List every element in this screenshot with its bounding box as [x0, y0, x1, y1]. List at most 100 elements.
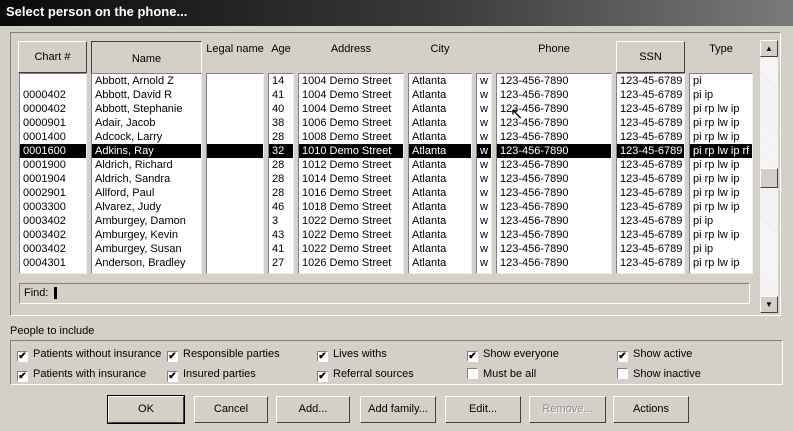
table-cell[interactable]: 123-45-6789 [617, 116, 684, 130]
table-cell[interactable]: 123-456-7890 [497, 228, 611, 242]
checkmark-icon[interactable]: ✔ [317, 371, 328, 382]
table-cell[interactable]: pi rp lw ip rf [690, 144, 752, 158]
table-cell[interactable] [207, 186, 263, 200]
table-cell[interactable]: Atlanta [409, 256, 471, 270]
table-cell[interactable] [207, 144, 263, 158]
table-cell[interactable]: 123-456-7890 [497, 74, 611, 88]
checkmark-icon[interactable]: ✔ [467, 351, 478, 362]
table-cell[interactable]: Amburgey, Damon [92, 214, 201, 228]
table-cell[interactable]: 0003300 [20, 200, 86, 214]
table-cell[interactable]: Atlanta [409, 116, 471, 130]
table-cell[interactable]: Atlanta [409, 88, 471, 102]
table-cell[interactable]: 123-45-6789 [617, 102, 684, 116]
table-cell[interactable]: 1004 Demo Street [299, 74, 403, 88]
table-cell[interactable]: 123-456-7890 [497, 172, 611, 186]
table-cell[interactable] [207, 116, 263, 130]
table-cell[interactable]: Amburgey, Kevin [92, 228, 201, 242]
table-cell[interactable]: 28 [269, 158, 293, 172]
table-cell[interactable]: Alvarez, Judy [92, 200, 201, 214]
table-cell[interactable]: 27 [269, 256, 293, 270]
table-cell[interactable]: 123-45-6789 [617, 74, 684, 88]
checkmark-icon[interactable]: ✔ [317, 351, 328, 362]
table-cell[interactable]: w [477, 130, 491, 144]
table-cell[interactable]: 41 [269, 242, 293, 256]
table-cell[interactable]: w [477, 116, 491, 130]
table-cell[interactable]: 28 [269, 186, 293, 200]
remove-button[interactable]: Remove... [529, 396, 606, 423]
list-scrollbar[interactable]: ▲ ▼ [760, 40, 778, 313]
table-cell[interactable]: 123-456-7890 [497, 130, 611, 144]
table-cell[interactable]: Atlanta [409, 172, 471, 186]
table-cell[interactable]: Aldrich, Richard [92, 158, 201, 172]
responsible-parties-checkbox[interactable]: ✔ Responsible parties [167, 348, 280, 362]
table-cell[interactable]: Atlanta [409, 228, 471, 242]
phone-flag-column[interactable]: wwwwwwwwwwwwww [476, 73, 492, 274]
table-cell[interactable]: pi ip [690, 88, 752, 102]
table-cell[interactable]: 123-456-7890 [497, 200, 611, 214]
table-cell[interactable]: 1022 Demo Street [299, 242, 403, 256]
table-cell[interactable]: 38 [269, 116, 293, 130]
empty-checkbox-icon[interactable] [467, 368, 478, 379]
table-cell[interactable]: Adkins, Ray [92, 144, 201, 158]
table-cell[interactable]: pi rp lw ip [690, 228, 752, 242]
table-cell[interactable]: 0002901 [20, 186, 86, 200]
table-cell[interactable]: w [477, 256, 491, 270]
patients-with-insurance-checkbox[interactable]: ✔ Patients with insurance [17, 368, 146, 382]
table-cell[interactable]: 1022 Demo Street [299, 228, 403, 242]
city-column[interactable]: Atlanta Atlanta Atlanta Atlanta Atlanta Atlan… [408, 73, 472, 274]
table-cell[interactable]: w [477, 102, 491, 116]
table-cell[interactable]: 123-45-6789 [617, 88, 684, 102]
type-column[interactable]: pi pi ip pi rp lw ip pi rp lw ip pi rp lw ip… [689, 73, 753, 274]
table-cell[interactable]: Abbott, Arnold Z [92, 74, 201, 88]
table-cell[interactable] [207, 172, 263, 186]
table-cell[interactable]: 123-456-7890 [497, 186, 611, 200]
table-cell[interactable]: Abbott, Stephanie [92, 102, 201, 116]
table-cell[interactable]: w [477, 228, 491, 242]
table-cell[interactable]: Adcock, Larry [92, 130, 201, 144]
table-cell[interactable]: 123-456-7890 [497, 242, 611, 256]
table-cell[interactable]: 1022 Demo Street [299, 214, 403, 228]
table-cell[interactable]: Atlanta [409, 74, 471, 88]
table-cell[interactable] [207, 242, 263, 256]
table-cell[interactable] [207, 200, 263, 214]
table-cell[interactable]: 123-45-6789 [617, 172, 684, 186]
table-cell[interactable]: 123-456-7890 [497, 88, 611, 102]
table-cell[interactable]: 123-45-6789 [617, 144, 684, 158]
must-be-all-checkbox[interactable]: Must be all [467, 368, 536, 381]
table-cell[interactable]: 0003402 [20, 242, 86, 256]
table-cell[interactable]: Amburgey, Susan [92, 242, 201, 256]
add-family-button[interactable]: Add family... [360, 396, 436, 423]
find-field[interactable]: Find: [19, 283, 750, 304]
table-cell[interactable]: pi rp lw ip [690, 172, 752, 186]
table-cell[interactable]: 123-45-6789 [617, 130, 684, 144]
table-cell[interactable]: 123-456-7890 [497, 214, 611, 228]
table-cell[interactable]: w [477, 214, 491, 228]
scroll-thumb[interactable] [760, 168, 778, 188]
show-inactive-checkbox[interactable]: Show inactive [617, 368, 701, 381]
show-active-checkbox[interactable]: ✔ Show active [617, 348, 692, 362]
chart-number-header-button[interactable]: Chart # [18, 41, 87, 73]
legal-name-column[interactable] [206, 73, 264, 274]
table-cell[interactable]: 0000901 [20, 116, 86, 130]
table-cell[interactable]: 123-456-7890 [497, 144, 611, 158]
table-cell[interactable]: Allford, Paul [92, 186, 201, 200]
lives-withs-checkbox[interactable]: ✔ Lives withs [317, 348, 387, 362]
checkmark-icon[interactable]: ✔ [17, 371, 28, 382]
checkmark-icon[interactable]: ✔ [17, 351, 28, 362]
table-cell[interactable]: w [477, 242, 491, 256]
table-cell[interactable] [207, 88, 263, 102]
table-cell[interactable]: 3 [269, 214, 293, 228]
empty-checkbox-icon[interactable] [617, 368, 628, 379]
address-column[interactable]: 1004 Demo Street 1004 Demo Street 1004 Dem… [298, 73, 404, 274]
table-cell[interactable]: Aldrich, Sandra [92, 172, 201, 186]
table-cell[interactable]: 1016 Demo Street [299, 186, 403, 200]
patients-without-insurance-checkbox[interactable]: ✔ Patients without insurance [17, 348, 161, 362]
table-cell[interactable]: Atlanta [409, 242, 471, 256]
table-cell[interactable]: 0004301 [20, 256, 86, 270]
table-cell[interactable]: pi ip [690, 214, 752, 228]
table-cell[interactable]: Atlanta [409, 158, 471, 172]
add-button[interactable]: Add... [276, 396, 350, 423]
table-cell[interactable]: 1006 Demo Street [299, 116, 403, 130]
name-header-button[interactable]: Name [91, 41, 202, 75]
table-cell[interactable]: 0003402 [20, 228, 86, 242]
